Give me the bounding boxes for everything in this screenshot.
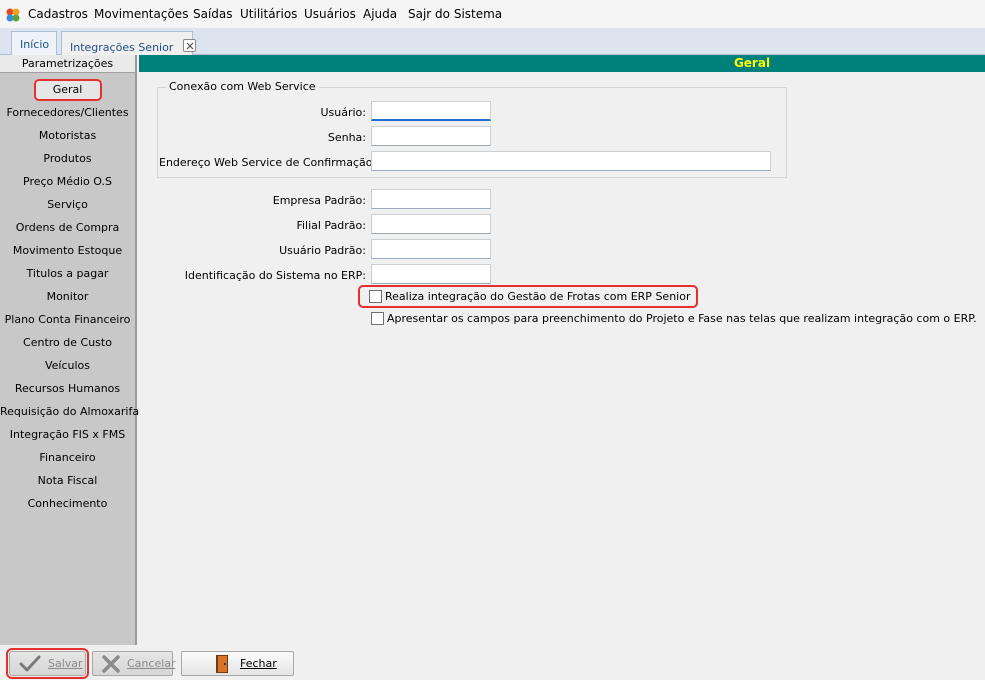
- sidebar-item-preco-medio-os[interactable]: Preço Médio O.S: [0, 170, 135, 193]
- cancelar-button[interactable]: Cancelar: [92, 651, 176, 676]
- menu-bar: Cadastros Movimentações Saídas Utilitári…: [0, 0, 985, 28]
- sidebar-item-label: Recursos Humanos: [14, 382, 121, 395]
- sidebar-item-label: Ordens de Compra: [15, 221, 120, 234]
- sidebar-item-veiculos[interactable]: Veículos: [0, 354, 135, 377]
- exit-door-icon: [210, 654, 234, 674]
- usuario-padrao-input[interactable]: [371, 239, 491, 259]
- empresa-padrao-label: Empresa Padrão:: [272, 194, 366, 207]
- usuario-input[interactable]: [371, 101, 491, 121]
- sidebar-item-label: Titulos a pagar: [26, 267, 109, 280]
- check-projeto-fase[interactable]: Apresentar os campos para preenchimento …: [371, 312, 977, 325]
- empresa-padrao-input[interactable]: [371, 189, 491, 209]
- sidebar-item-label: Monitor: [46, 290, 89, 303]
- fechar-label: Fechar: [240, 657, 277, 670]
- sidebar-item-label: Centro de Custo: [23, 336, 112, 349]
- sidebar-item-titulos-a-pagar[interactable]: Titulos a pagar: [0, 262, 135, 285]
- bottom-toolbar: Salvar Cancelar Fechar: [0, 645, 985, 680]
- endereco-label: Endereço Web Service de Confirmação:: [159, 156, 377, 169]
- menu-cadastros[interactable]: Cadastros: [28, 7, 88, 21]
- sidebar-item-nota-fiscal[interactable]: Nota Fiscal: [0, 469, 135, 492]
- tab-strip: Início Integrações Senior: [0, 28, 985, 56]
- sidebar-item-requisicao-almoxarifado[interactable]: Requisição do Almoxarifado: [0, 400, 153, 423]
- menu-usuarios[interactable]: Usuários: [304, 7, 356, 21]
- sidebar-item-movimento-estoque[interactable]: Movimento Estoque: [0, 239, 135, 262]
- checkbox-icon[interactable]: [369, 290, 382, 303]
- checkmark-icon: [18, 654, 42, 674]
- sidebar-item-label: Serviço: [47, 198, 88, 211]
- cancelar-label: Cancelar: [127, 657, 176, 670]
- sidebar-header: Parametrizações: [0, 55, 135, 73]
- sidebar-item-plano-conta-financeiro[interactable]: Plano Conta Financeiro: [0, 308, 135, 331]
- tab-inicio[interactable]: Início: [11, 31, 57, 55]
- main-panel: Geral Conexão com Web Service Usuário: S…: [139, 55, 985, 645]
- salvar-label: Salvar: [48, 657, 83, 670]
- salvar-button[interactable]: Salvar: [6, 648, 89, 679]
- sidebar-item-integracao-fis-fms[interactable]: Integração FIS x FMS: [0, 423, 135, 446]
- sidebar-list: Geral Fornecedores/Clientes Motoristas P…: [0, 73, 153, 515]
- filial-padrao-label: Filial Padrão:: [296, 219, 366, 232]
- sidebar-item-label: Plano Conta Financeiro: [4, 313, 131, 326]
- sidebar-item-label: Fornecedores/Clientes: [6, 106, 129, 119]
- sidebar-item-label: Financeiro: [39, 451, 96, 464]
- menu-utilitarios[interactable]: Utilitários: [240, 7, 297, 21]
- sidebar-item-label: Geral: [33, 79, 102, 101]
- tab-integracoes-senior[interactable]: Integrações Senior: [61, 31, 196, 56]
- sidebar-item-label: Veículos: [44, 359, 91, 372]
- menu-sair-do-sistema[interactable]: Sajr do Sistema: [408, 7, 502, 21]
- sidebar-item-label: Requisição do Almoxarifado: [0, 405, 153, 418]
- endereco-input[interactable]: [371, 151, 771, 171]
- identificacao-sistema-input[interactable]: [371, 264, 491, 284]
- sidebar-item-label: Integração FIS x FMS: [9, 428, 126, 441]
- sidebar-item-financeiro[interactable]: Financeiro: [0, 446, 135, 469]
- sidebar-item-motoristas[interactable]: Motoristas: [0, 124, 135, 147]
- sidebar-item-produtos[interactable]: Produtos: [0, 147, 135, 170]
- sidebar-item-servico[interactable]: Serviço: [0, 193, 135, 216]
- sidebar-item-monitor[interactable]: Monitor: [0, 285, 135, 308]
- check-projeto-label: Apresentar os campos para preenchimento …: [387, 312, 977, 325]
- menu-movimentacoes[interactable]: Movimentações: [94, 7, 188, 21]
- filial-padrao-input[interactable]: [371, 214, 491, 234]
- senha-label: Senha:: [327, 131, 366, 144]
- sidebar: Parametrizações Geral Fornecedores/Clien…: [0, 55, 153, 645]
- sidebar-item-label: Produtos: [43, 152, 92, 165]
- sidebar-item-recursos-humanos[interactable]: Recursos Humanos: [0, 377, 135, 400]
- check-integracao-label: Realiza integração do Gestão de Frotas c…: [385, 290, 691, 303]
- sidebar-item-label: Motoristas: [38, 129, 97, 142]
- sidebar-item-ordens-de-compra[interactable]: Ordens de Compra: [0, 216, 135, 239]
- senha-input[interactable]: [371, 126, 491, 146]
- usuario-label: Usuário:: [320, 106, 366, 119]
- identificacao-sistema-label: Identificação do Sistema no ERP:: [184, 269, 366, 282]
- cancel-x-icon: [101, 654, 121, 674]
- fechar-button[interactable]: Fechar: [181, 651, 294, 676]
- tab-close-icon[interactable]: [182, 39, 196, 52]
- sidebar-item-conhecimento[interactable]: Conhecimento: [0, 492, 135, 515]
- webservice-group-title: Conexão com Web Service: [166, 80, 319, 93]
- app-logo-icon: [5, 7, 21, 23]
- menu-ajuda[interactable]: Ajuda: [363, 7, 397, 21]
- tab-inicio-label: Início: [20, 38, 50, 51]
- menu-saidas[interactable]: Saídas: [193, 7, 233, 21]
- sidebar-item-label: Preço Médio O.S: [23, 175, 112, 188]
- sidebar-item-centro-de-custo[interactable]: Centro de Custo: [0, 331, 135, 354]
- check-integracao-erp[interactable]: Realiza integração do Gestão de Frotas c…: [358, 285, 699, 308]
- tab-integracoes-senior-label: Integrações Senior: [70, 41, 174, 54]
- page-title: Geral: [139, 55, 985, 72]
- sidebar-item-fornecedores-clientes[interactable]: Fornecedores/Clientes: [0, 101, 135, 124]
- sidebar-item-label: Conhecimento: [27, 497, 108, 510]
- sidebar-item-label: Nota Fiscal: [37, 474, 98, 487]
- checkbox-icon[interactable]: [371, 312, 384, 325]
- usuario-padrao-label: Usuário Padrão:: [279, 244, 366, 257]
- sidebar-item-label: Movimento Estoque: [12, 244, 123, 257]
- sidebar-item-geral[interactable]: Geral: [0, 78, 135, 101]
